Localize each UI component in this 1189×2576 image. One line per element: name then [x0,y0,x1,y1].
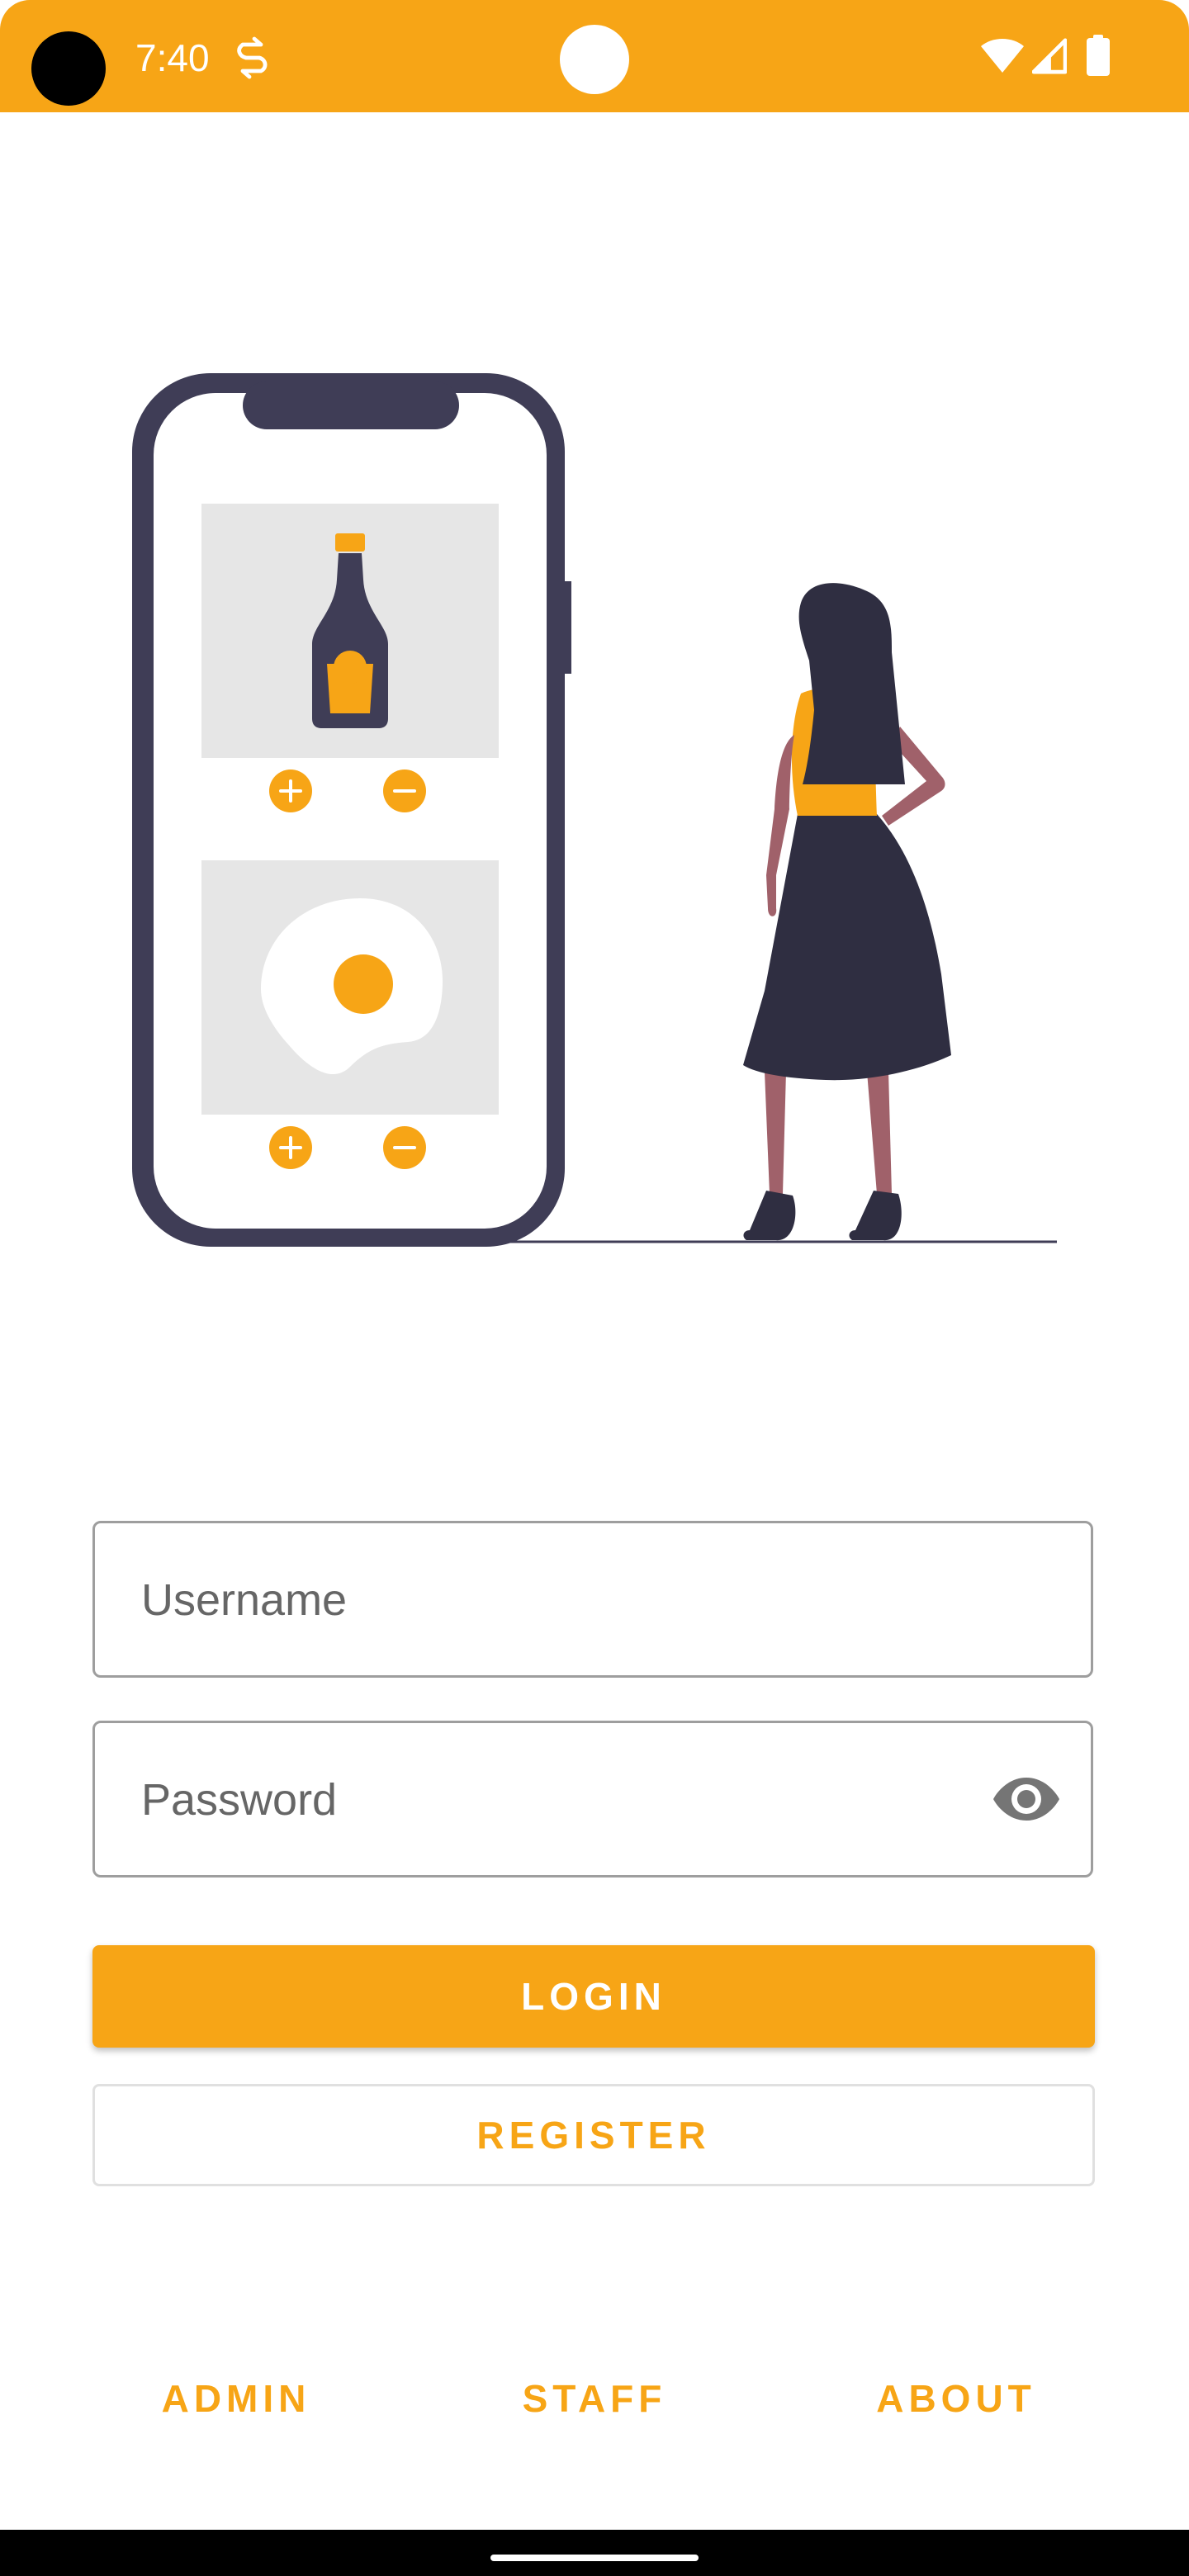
username-input[interactable] [140,1523,969,1677]
woman-figure [743,583,951,1241]
minus-icon [383,1126,426,1169]
woman-with-phone-illustration [132,373,1057,1247]
sync-icon [237,36,268,79]
phone-side-button [563,581,571,674]
login-button[interactable]: LOGIN [92,1945,1095,2048]
battery-icon [1087,35,1110,76]
wifi-icon [981,39,1024,73]
username-field[interactable] [92,1521,1093,1678]
navigation-bar [0,2530,1189,2576]
minus-icon [383,769,426,812]
about-link[interactable]: ABOUT [832,2370,1080,2427]
signal-icon [1032,38,1067,74]
register-button[interactable]: REGISTER [92,2084,1095,2186]
plus-icon [269,769,312,812]
status-time: 7:40 [135,36,210,79]
phone-notch [243,381,459,429]
admin-link[interactable]: ADMIN [112,2370,360,2427]
password-input[interactable] [140,1723,969,1877]
staff-link[interactable]: STAFF [471,2370,718,2427]
password-field[interactable] [92,1721,1093,1878]
plus-icon [269,1126,312,1169]
front-camera [560,25,629,94]
eye-icon[interactable] [993,1771,1059,1827]
camera-cutout [31,31,106,106]
status-bar: 7:40 [0,0,1189,112]
home-gesture-handle[interactable] [490,2555,699,2561]
